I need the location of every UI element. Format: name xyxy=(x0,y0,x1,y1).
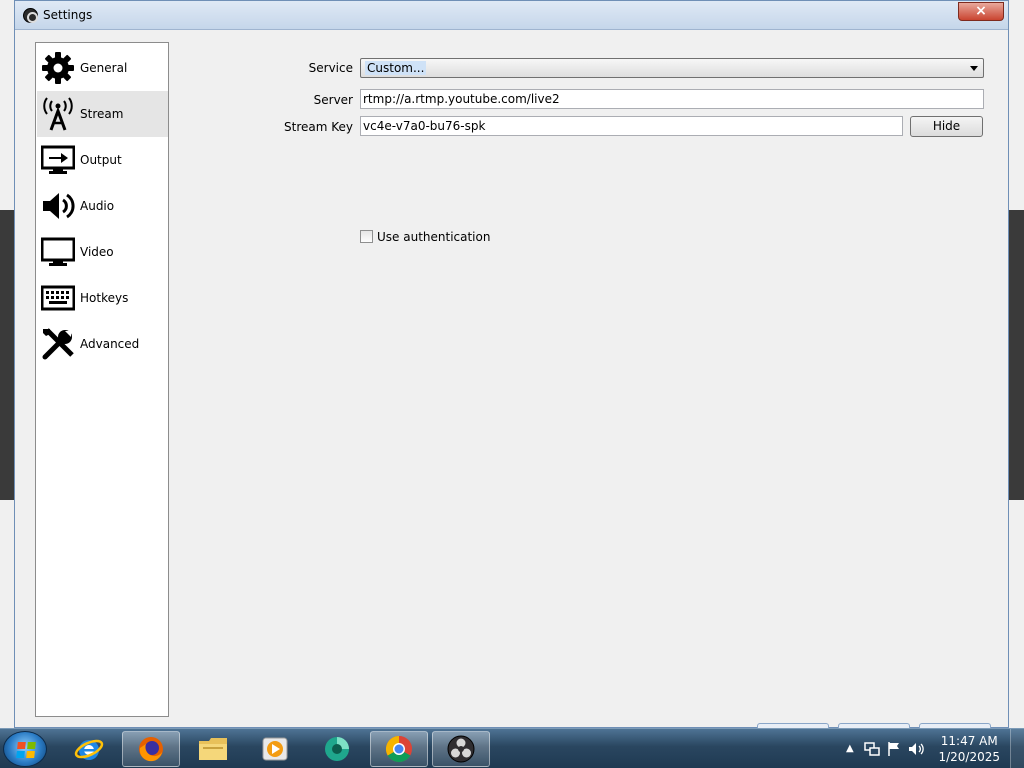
internet-explorer-icon[interactable] xyxy=(60,731,118,767)
obs-app-icon xyxy=(23,8,38,23)
sidebar-item-advanced[interactable]: Advanced xyxy=(37,321,168,367)
use-authentication-label[interactable]: Use authentication xyxy=(377,230,490,244)
settings-window: Settings × General Stream Output Audio V… xyxy=(14,0,1009,731)
system-clock[interactable]: 11:47 AM 1/20/2025 xyxy=(938,733,1000,765)
show-desktop-button[interactable] xyxy=(1010,729,1024,768)
action-center-flag-icon[interactable] xyxy=(887,741,901,761)
sidebar-item-label: Video xyxy=(80,245,114,259)
sidebar-item-label: Hotkeys xyxy=(80,291,129,305)
sidebar-item-label: Output xyxy=(80,153,122,167)
start-button[interactable] xyxy=(3,731,47,767)
teal-app-icon[interactable] xyxy=(308,731,366,767)
keyboard-icon xyxy=(39,279,77,317)
sidebar-item-video[interactable]: Video xyxy=(37,229,168,275)
firefox-icon[interactable] xyxy=(122,731,180,767)
server-input[interactable]: rtmp://a.rtmp.youtube.com/live2 xyxy=(360,89,984,109)
sidebar-item-label: Stream xyxy=(80,107,124,121)
volume-icon[interactable] xyxy=(908,741,926,761)
windows-logo-icon xyxy=(16,742,36,758)
sidebar-item-label: General xyxy=(80,61,128,75)
monitor-icon xyxy=(39,233,77,271)
sidebar-item-general[interactable]: General xyxy=(37,45,168,91)
tools-icon xyxy=(39,325,77,363)
sidebar-item-hotkeys[interactable]: Hotkeys xyxy=(37,275,168,321)
broadcast-antenna-icon xyxy=(39,95,77,133)
file-explorer-icon[interactable] xyxy=(184,731,242,767)
use-authentication-checkbox[interactable] xyxy=(360,230,373,243)
taskbar: ▲ 11:47 AM 1/20/2025 xyxy=(0,728,1024,768)
system-tray: ▲ 11:47 AM 1/20/2025 xyxy=(824,729,1024,768)
service-select[interactable]: Custom... xyxy=(360,58,984,78)
settings-sidebar: General Stream Output Audio Video Hotkey… xyxy=(35,42,169,717)
chrome-icon[interactable] xyxy=(370,731,428,767)
chevron-down-icon xyxy=(970,66,978,71)
server-label: Server xyxy=(313,93,353,107)
media-player-icon[interactable] xyxy=(246,731,304,767)
sidebar-item-output[interactable]: Output xyxy=(37,137,168,183)
stream-key-label: Stream Key xyxy=(284,120,353,134)
close-button[interactable]: × xyxy=(958,2,1004,21)
title-bar[interactable]: Settings × xyxy=(15,1,1008,30)
gear-icon xyxy=(39,49,77,87)
window-title: Settings xyxy=(43,8,93,22)
clock-date: 1/20/2025 xyxy=(938,750,1000,764)
stream-key-input[interactable]: vc4e-v7a0-bu76-spk xyxy=(360,116,903,136)
obs-icon[interactable] xyxy=(432,731,490,767)
output-monitor-icon xyxy=(39,141,77,179)
clock-time: 11:47 AM xyxy=(940,734,998,748)
sidebar-item-stream[interactable]: Stream xyxy=(37,91,168,137)
show-hidden-icons-icon[interactable]: ▲ xyxy=(846,743,854,754)
speaker-icon xyxy=(39,187,77,225)
service-selected-value: Custom... xyxy=(365,61,427,75)
sidebar-item-audio[interactable]: Audio xyxy=(37,183,168,229)
service-label: Service xyxy=(308,61,353,75)
sidebar-item-label: Audio xyxy=(80,199,115,213)
network-icon[interactable] xyxy=(864,741,880,761)
sidebar-item-label: Advanced xyxy=(80,337,140,351)
hide-stream-key-button[interactable]: Hide xyxy=(910,116,983,137)
